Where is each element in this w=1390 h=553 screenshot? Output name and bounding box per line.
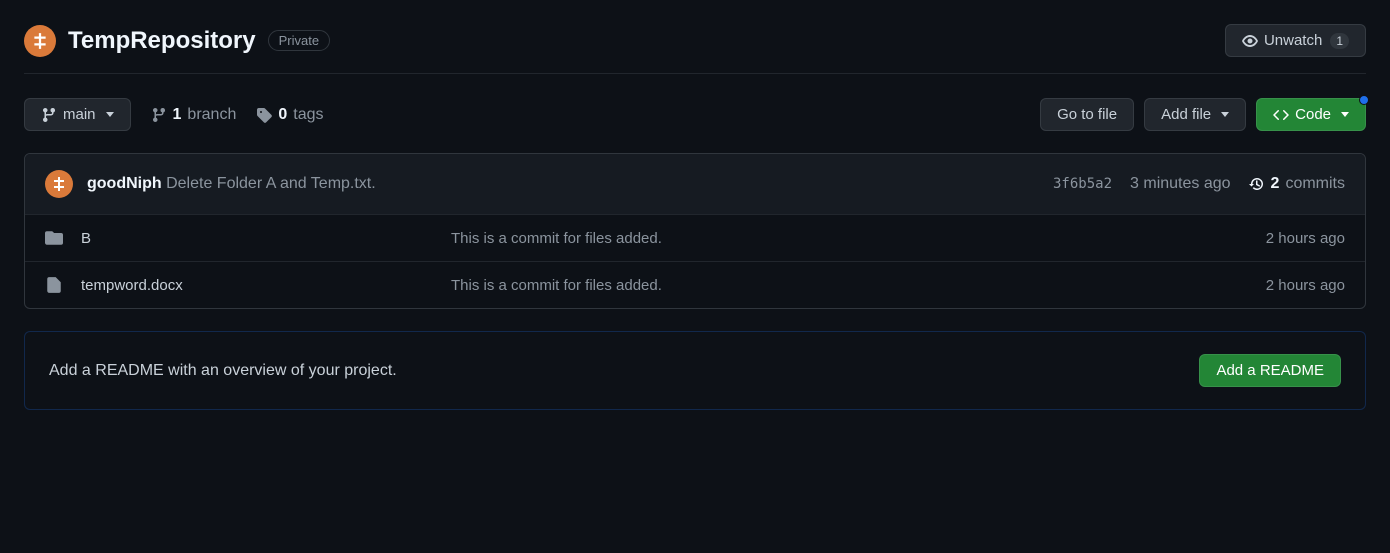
repo-name[interactable]: TempRepository bbox=[68, 27, 256, 55]
commits-label: commits bbox=[1285, 175, 1345, 193]
branch-count: 1 bbox=[173, 106, 182, 124]
branch-icon bbox=[151, 107, 167, 123]
repo-file-listing: goodNiph Delete Folder A and Temp.txt. 3… bbox=[24, 153, 1366, 309]
file-name[interactable]: tempword.docx bbox=[81, 277, 451, 294]
tag-icon bbox=[256, 107, 272, 123]
file-icon bbox=[45, 276, 63, 294]
commit-hash[interactable]: 3f6b5a2 bbox=[1053, 176, 1112, 192]
branch-selector[interactable]: main bbox=[24, 98, 131, 131]
eye-icon bbox=[1242, 33, 1258, 49]
unwatch-label: Unwatch bbox=[1264, 32, 1322, 49]
readme-prompt: Add a README with an overview of your pr… bbox=[24, 331, 1366, 410]
file-row[interactable]: BThis is a commit for files added.2 hour… bbox=[25, 215, 1365, 261]
caret-down-icon bbox=[106, 112, 114, 117]
indicator-dot bbox=[1359, 95, 1369, 105]
commits-count: 2 bbox=[1271, 175, 1280, 193]
commits-link[interactable]: 2 commits bbox=[1249, 175, 1345, 193]
controls-row: main 1 branch 0 tags Go to file Add file bbox=[24, 98, 1366, 131]
readme-prompt-text: Add a README with an overview of your pr… bbox=[49, 362, 397, 380]
code-icon bbox=[1273, 107, 1289, 123]
visibility-badge: Private bbox=[268, 30, 330, 51]
tag-count: 0 bbox=[278, 106, 287, 124]
branches-link[interactable]: 1 branch bbox=[151, 106, 237, 124]
go-to-file-button[interactable]: Go to file bbox=[1040, 98, 1134, 131]
file-time: 2 hours ago bbox=[1195, 277, 1345, 294]
branch-name: main bbox=[63, 106, 96, 123]
branch-label: branch bbox=[187, 106, 236, 124]
tag-label: tags bbox=[293, 106, 323, 124]
code-button[interactable]: Code bbox=[1256, 98, 1366, 131]
latest-commit-bar: goodNiph Delete Folder A and Temp.txt. 3… bbox=[25, 154, 1365, 215]
tags-link[interactable]: 0 tags bbox=[256, 106, 323, 124]
author-avatar[interactable] bbox=[45, 170, 73, 198]
history-icon bbox=[1249, 176, 1265, 192]
caret-down-icon bbox=[1341, 112, 1349, 117]
file-row[interactable]: tempword.docxThis is a commit for files … bbox=[25, 261, 1365, 308]
commit-message[interactable]: Delete Folder A and Temp.txt. bbox=[166, 175, 376, 192]
file-time: 2 hours ago bbox=[1195, 230, 1345, 247]
folder-icon bbox=[45, 229, 63, 247]
branch-icon bbox=[41, 107, 57, 123]
caret-down-icon bbox=[1221, 112, 1229, 117]
repo-avatar bbox=[24, 25, 56, 57]
add-readme-button[interactable]: Add a README bbox=[1199, 354, 1341, 387]
file-commit-message[interactable]: This is a commit for files added. bbox=[451, 277, 1195, 294]
file-commit-message[interactable]: This is a commit for files added. bbox=[451, 230, 1195, 247]
unwatch-button[interactable]: Unwatch 1 bbox=[1225, 24, 1366, 57]
commit-time: 3 minutes ago bbox=[1130, 175, 1231, 193]
repo-header: TempRepository Private Unwatch 1 bbox=[24, 24, 1366, 74]
code-label: Code bbox=[1295, 106, 1331, 123]
watch-count: 1 bbox=[1330, 33, 1349, 49]
commit-author[interactable]: goodNiph bbox=[87, 175, 162, 192]
file-name[interactable]: B bbox=[81, 230, 451, 247]
add-file-button[interactable]: Add file bbox=[1144, 98, 1246, 131]
add-file-label: Add file bbox=[1161, 106, 1211, 123]
